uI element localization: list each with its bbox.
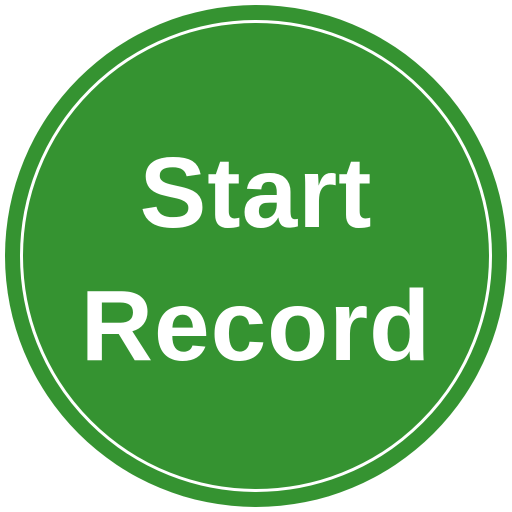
inner-ring bbox=[20, 20, 492, 492]
button-label-line-1: Start bbox=[139, 137, 373, 249]
start-record-button[interactable]: Start Record bbox=[5, 5, 507, 507]
button-label-line-2: Record bbox=[80, 270, 432, 382]
canvas: Start Record bbox=[0, 0, 512, 512]
